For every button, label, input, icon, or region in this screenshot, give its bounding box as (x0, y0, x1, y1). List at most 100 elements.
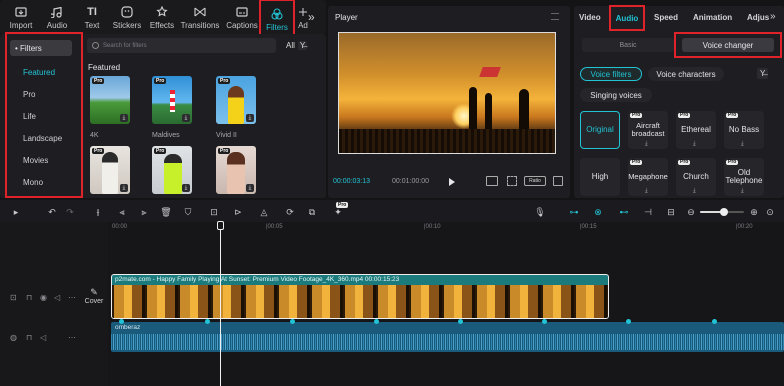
download-icon[interactable]: ⤓ (182, 184, 190, 192)
track-more-icon[interactable]: ⋯ (68, 333, 76, 342)
voice-characters-tab[interactable]: Voice characters (648, 67, 724, 81)
track-mute-icon[interactable]: ◁ (40, 333, 46, 342)
delete-icon[interactable]: 🗑 (160, 206, 172, 218)
cover-button[interactable]: ✎ Cover (82, 282, 106, 310)
freeze-icon[interactable]: ⊡ (208, 206, 220, 218)
filters-header[interactable]: • Filters (10, 40, 72, 56)
toolbar-import[interactable]: Import (6, 0, 36, 34)
toolbar-captions[interactable]: Captions (224, 0, 260, 34)
voice-no-bass[interactable]: Pro No Bass ⤓ (724, 111, 764, 149)
beat-marker[interactable] (205, 319, 210, 324)
split-right-icon[interactable]: ⫸ (138, 206, 150, 218)
search-input[interactable]: Search for filters (87, 38, 276, 53)
tab-audio[interactable]: Audio (609, 5, 645, 31)
category-mono[interactable]: Mono (8, 174, 78, 190)
track-lock-icon[interactable]: ⊓ (26, 293, 32, 302)
voice-original[interactable]: Original (580, 111, 620, 149)
ratio-button[interactable]: Ratio (524, 176, 546, 186)
undo-icon[interactable]: ↶ (46, 206, 58, 218)
category-landscape[interactable]: Landscape (8, 130, 78, 146)
category-life[interactable]: Life (8, 108, 78, 124)
category-movies[interactable]: Movies (8, 152, 78, 168)
toolbar-transitions[interactable]: Transitions (180, 0, 220, 34)
track-lock-icon[interactable]: ⊡ (10, 293, 17, 302)
download-icon[interactable]: ⤓ (182, 114, 190, 122)
video-clip[interactable]: p2mate.com - Happy Family Playing At Sun… (111, 274, 609, 319)
play-icon[interactable] (449, 178, 455, 186)
crop-tool-icon[interactable]: ⧉ (306, 206, 318, 218)
toolbar-effects[interactable]: Effects (148, 0, 176, 34)
zoom-slider[interactable] (700, 208, 744, 216)
beat-marker[interactable] (119, 319, 124, 324)
toolbar-stickers[interactable]: Stickers (110, 0, 144, 34)
toolbar-audio[interactable]: Audio (42, 0, 72, 34)
link-icon[interactable]: ⊗ (592, 206, 604, 218)
track-mute-icon[interactable]: ◁ (54, 293, 60, 302)
audio-clip[interactable]: omberaz (111, 322, 784, 352)
select-tool-icon[interactable]: ▸ (10, 206, 22, 218)
more-tabs-icon[interactable]: » (770, 11, 776, 22)
singing-voices-tab[interactable]: Singing voices (580, 88, 652, 102)
playhead-handle[interactable] (217, 221, 224, 230)
magnet-icon[interactable]: ⊶ (568, 206, 580, 218)
track-lock-icon[interactable]: ⊓ (26, 333, 32, 342)
tab-video[interactable]: Video (579, 13, 601, 22)
tab-speed[interactable]: Speed (654, 13, 678, 22)
tab-animation[interactable]: Animation (693, 13, 732, 22)
toolbar-filters[interactable]: Filters (259, 0, 295, 37)
fit-timeline-icon[interactable]: ⊙ (764, 206, 776, 218)
split-left-icon[interactable]: ⫷ (116, 206, 128, 218)
audio-track-icon[interactable]: ◍ (10, 333, 17, 342)
filter-sort-icon[interactable]: Y̶ (757, 68, 769, 79)
mirror-icon[interactable]: ◬ (258, 206, 270, 218)
toolbar-text[interactable]: TI Text (80, 0, 104, 34)
tab-adjust[interactable]: Adjus (747, 13, 769, 22)
crop-icon[interactable] (507, 176, 517, 186)
voice-church[interactable]: Pro Church ⤓ (676, 158, 716, 196)
category-pro[interactable]: Pro (8, 86, 78, 102)
subtab-voice-changer[interactable]: Voice changer (674, 32, 782, 58)
voice-filters-tab[interactable]: Voice filters (580, 67, 642, 81)
fullscreen-preview-icon[interactable] (486, 176, 498, 186)
subtab-basic[interactable]: Basic (582, 38, 674, 52)
player-menu-icon[interactable] (551, 13, 559, 20)
all-filter-dropdown[interactable]: All Y̶ (286, 38, 318, 52)
more-tabs-icon[interactable]: » (308, 10, 315, 24)
shield-icon[interactable]: ⛉ (182, 206, 194, 218)
reverse-icon[interactable]: ⊳ (232, 206, 244, 218)
microphone-icon[interactable]: 🎙 (534, 206, 546, 218)
split-icon[interactable]: ⫲ (92, 206, 104, 218)
download-icon[interactable]: ⤓ (120, 184, 128, 192)
voice-old-telephone[interactable]: Pro Old Telephone ⤓ (724, 158, 764, 196)
voice-high[interactable]: High (580, 158, 620, 196)
playhead[interactable] (220, 224, 221, 386)
filter-thumb[interactable]: Pro ⤓ (90, 146, 130, 194)
track-visibility-icon[interactable]: ◉ (40, 293, 47, 302)
voice-megaphone[interactable]: Pro Megaphone ⤓ (628, 158, 668, 196)
video-preview[interactable] (338, 32, 556, 154)
zoom-out-icon[interactable]: ⊖ (685, 206, 697, 218)
voice-ethereal[interactable]: Pro Ethereal ⤓ (676, 111, 716, 149)
zoom-in-icon[interactable]: ⊕ (748, 206, 760, 218)
rotate-icon[interactable]: ⟳ (284, 206, 296, 218)
filter-thumb-4k[interactable]: Pro ⤓ (90, 76, 130, 124)
beat-marker[interactable] (290, 319, 295, 324)
download-icon[interactable]: ⤓ (120, 114, 128, 122)
filter-thumb-maldives[interactable]: Pro ⤓ (152, 76, 192, 124)
beat-marker[interactable] (712, 319, 717, 324)
download-icon[interactable]: ⤓ (246, 184, 254, 192)
fit-icon[interactable]: ⊟ (665, 206, 677, 218)
filter-thumb-vivid[interactable]: Pro ⤓ (216, 76, 256, 124)
redo-icon[interactable]: ↷ (64, 206, 76, 218)
category-featured[interactable]: Featured (8, 64, 78, 80)
voice-aircraft-broadcast[interactable]: Pro Aircraft broadcast ⤓ (628, 111, 668, 149)
filter-thumb[interactable]: Pro ⤓ (216, 146, 256, 194)
beat-marker[interactable] (374, 319, 379, 324)
expand-icon[interactable] (553, 176, 563, 186)
filter-thumb[interactable]: Pro ⤓ (152, 146, 192, 194)
align-icon[interactable]: ⊣ (642, 206, 654, 218)
download-icon[interactable]: ⤓ (246, 114, 254, 122)
beat-marker[interactable] (542, 319, 547, 324)
beat-marker[interactable] (458, 319, 463, 324)
track-more-icon[interactable]: ⋯ (68, 293, 76, 302)
